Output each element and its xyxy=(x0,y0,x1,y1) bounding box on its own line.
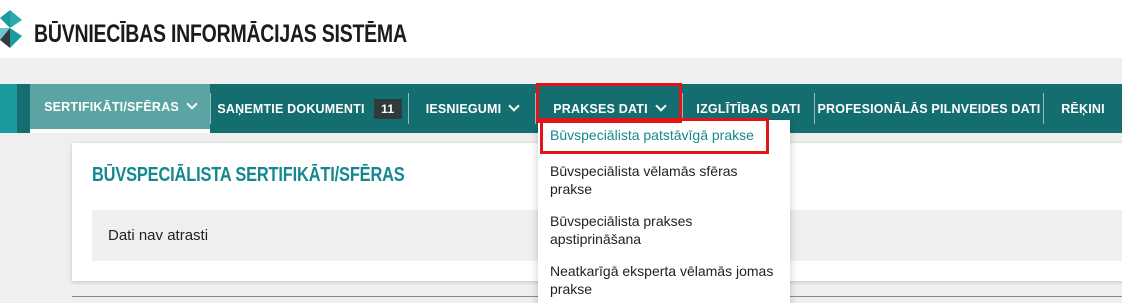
chevron-down-icon xyxy=(508,100,520,112)
site-header: BŪVNIECĪBAS INFORMĀCIJAS SISTĒMA xyxy=(0,0,1122,58)
chevron-down-icon xyxy=(186,98,198,110)
dropdown-item-velamas-sferas-prakse[interactable]: Būvspeciālista vēlamās sfēras prakse xyxy=(538,162,790,198)
prakses-dati-dropdown: Būvspeciālista patstāvīgā prakse Būvspec… xyxy=(538,120,790,303)
nav-item-label: PROFESIONĀLĀS PILNVEIDES DATI xyxy=(817,101,1041,116)
nav-item-label: IESNIEGUMI xyxy=(425,101,502,116)
nav-item-rekini[interactable]: RĒĶINI xyxy=(1044,84,1122,133)
nav-item-label: SAŅEMTIE DOKUMENTI xyxy=(217,101,365,116)
site-title[interactable]: BŪVNIECĪBAS INFORMĀCIJAS SISTĒMA xyxy=(34,20,407,49)
page-title: BŪVSPECIĀLISTA SERTIFIKĀTI/SFĒRAS xyxy=(92,164,405,186)
nav-item-profesionalas-pilnveides-dati[interactable]: PROFESIONĀLĀS PILNVEIDES DATI xyxy=(815,84,1043,133)
nav-item-label: IZGLĪTĪBAS DATI xyxy=(696,101,801,116)
bis-logo-icon[interactable] xyxy=(0,10,26,48)
dropdown-item-eksperta-velamas-jomas-prakse[interactable]: Neatkarīgā eksperta vēlamās jomas prakse xyxy=(538,262,790,298)
empty-state-message: Dati nav atrasti xyxy=(108,227,209,244)
nav-edge xyxy=(0,84,17,133)
count-badge: 11 xyxy=(373,98,402,119)
nav-item-label: PRAKSES DATI xyxy=(553,101,648,116)
nav-item-label: RĒĶINI xyxy=(1061,101,1105,116)
nav-item-sanemtie-dokumenti[interactable]: SAŅEMTIE DOKUMENTI 11 xyxy=(211,84,408,133)
nav-item-sertifikati[interactable]: SERTIFIKĀTI/SFĒRAS xyxy=(30,84,210,133)
nav-item-iesniegumi[interactable]: IESNIEGUMI xyxy=(409,84,535,133)
dropdown-item-patstaviga-prakse[interactable]: Būvspeciālista patstāvīgā prakse xyxy=(538,126,790,144)
dropdown-item-prakses-apstiprinasana[interactable]: Būvspeciālista prakses apstiprināšana xyxy=(538,212,790,248)
chevron-down-icon xyxy=(655,100,667,112)
nav-item-label: SERTIFIKĀTI/SFĒRAS xyxy=(44,99,179,114)
